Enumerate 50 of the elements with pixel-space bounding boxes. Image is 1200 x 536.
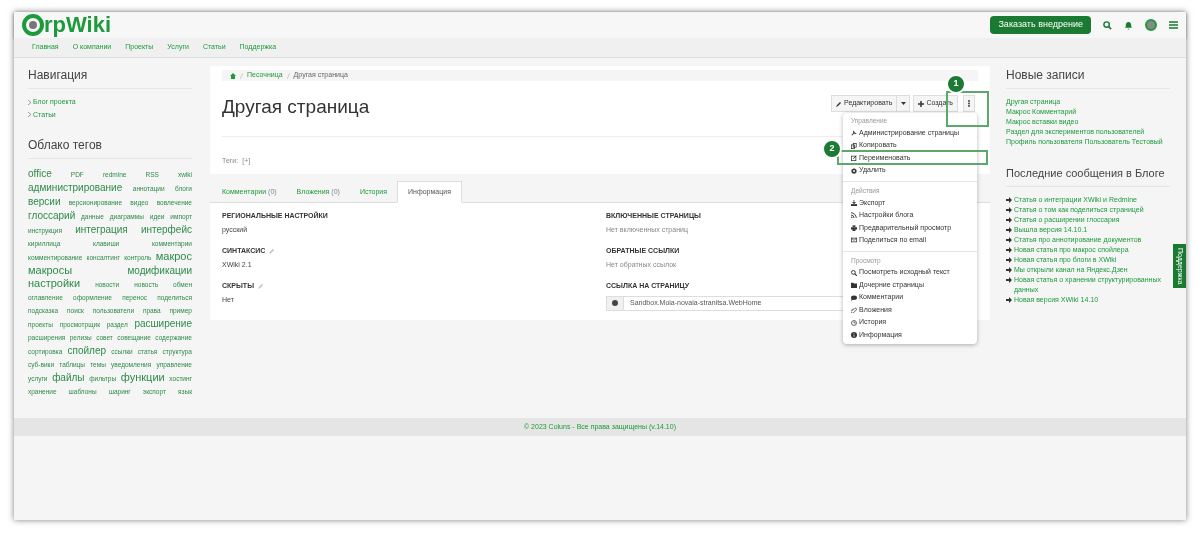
pencil-icon[interactable] [269, 248, 276, 255]
arrow-icon [1006, 296, 1012, 303]
tag-link[interactable]: расширение [134, 317, 192, 330]
clock-icon [851, 319, 857, 326]
rss-icon [851, 212, 857, 219]
sidebar-heading: Облако тегов [28, 136, 192, 159]
download-icon [851, 199, 857, 206]
caret-button[interactable] [897, 95, 911, 112]
menu-icon[interactable] [1169, 21, 1178, 29]
sidebar-heading: Навигация [28, 66, 192, 89]
search-icon [851, 269, 857, 276]
bell-icon[interactable] [1124, 20, 1133, 30]
tag-link[interactable]: файлы [52, 371, 85, 384]
more-actions-button[interactable] [963, 95, 975, 112]
clip-icon [851, 307, 857, 313]
tag-link[interactable]: интерфейс [140, 223, 192, 236]
search-icon[interactable] [1103, 20, 1112, 30]
chevron-icon [28, 112, 31, 118]
copy-icon [851, 142, 857, 149]
tag-link[interactable]: спойлер [67, 344, 107, 357]
pencil-icon [836, 100, 843, 107]
folder-icon [851, 282, 857, 288]
tag-link[interactable]: функции [120, 371, 165, 384]
sidebar-heading: Новые записи [1006, 66, 1170, 89]
chevron-icon [28, 99, 31, 105]
tag-link[interactable]: настройки [28, 277, 81, 290]
tag-link[interactable]: интеграция [75, 223, 128, 236]
tag-link[interactable]: макросы [28, 264, 73, 277]
tag-link[interactable]: модификации [127, 264, 192, 277]
tag-link[interactable]: office [28, 167, 52, 180]
tag-link[interactable]: версии [28, 195, 61, 208]
page-title: Другая страница [222, 95, 371, 119]
print-icon [851, 224, 857, 231]
sidebar-heading: Последние сообщения в Блоге [1006, 165, 1170, 187]
home-icon[interactable] [230, 72, 236, 79]
mail-icon [851, 237, 857, 244]
edit-icon [851, 155, 857, 161]
logo-text: rpWiki [44, 14, 112, 36]
avatar-icon[interactable] [1145, 19, 1157, 31]
order-button[interactable]: Заказать внедрение [990, 16, 1091, 34]
delete-icon [851, 167, 857, 174]
comment-icon [851, 294, 857, 301]
pencil-icon[interactable] [258, 283, 264, 290]
plus-icon [918, 100, 925, 107]
info-icon [851, 332, 857, 338]
caret-icon [900, 102, 906, 105]
tag-link[interactable]: глоссарий [28, 209, 76, 222]
wrench-icon [851, 130, 857, 136]
tag-link[interactable]: макрос [155, 250, 192, 263]
tag-link[interactable]: администрирование [28, 181, 123, 194]
